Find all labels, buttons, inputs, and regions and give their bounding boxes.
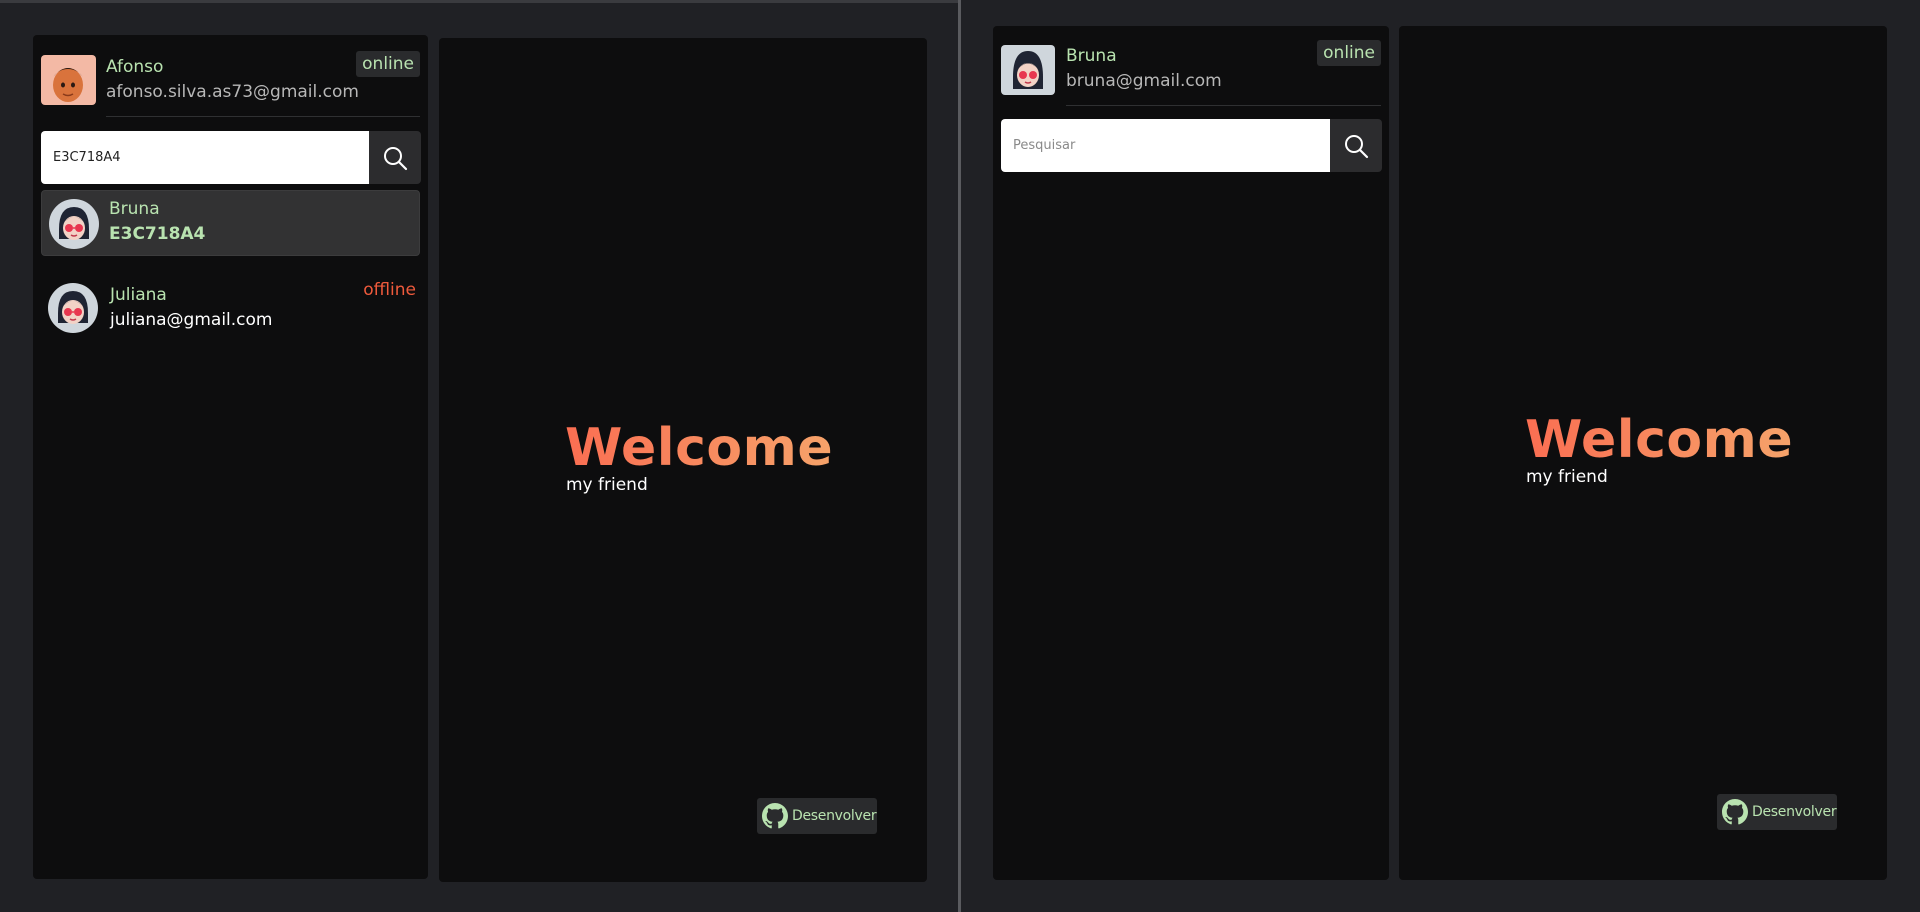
contact-avatar [48,283,98,333]
search-input[interactable] [41,131,369,184]
github-icon [1722,799,1748,825]
profile-name: Bruna [1066,46,1117,66]
contact-item-juliana[interactable]: Juliana juliana@gmail.com offline [41,275,420,341]
main-panel: Welcome my friend Desenvolver [1399,26,1887,880]
github-dev-button[interactable]: Desenvolver [757,798,877,834]
avatar-girl-icon [1001,45,1055,95]
avatar-girl-icon [49,199,99,249]
profile-email: bruna@gmail.com [1066,71,1222,91]
github-dev-button[interactable]: Desenvolver [1717,794,1837,830]
status-badge: online [1317,40,1381,66]
contact-name: Bruna [109,199,160,219]
avatar-boy-icon [41,55,96,105]
profile-avatar [41,55,96,105]
welcome-title: Welcome [1525,410,1794,470]
search-button[interactable] [1330,119,1382,172]
profile-divider [1066,105,1381,106]
search-icon [1345,134,1369,158]
profile-divider [106,116,420,117]
contact-email: juliana@gmail.com [110,310,273,330]
right-app-window: Bruna bruna@gmail.com online Welcome my … [961,0,1920,912]
main-panel: Welcome my friend Desenvolver [439,38,927,882]
sidebar: Afonso afonso.silva.as73@gmail.com onlin… [33,35,428,879]
welcome-title: Welcome [565,418,834,478]
search-icon [384,146,408,170]
profile-avatar [1001,45,1055,95]
profile-name: Afonso [106,57,164,77]
sidebar: Bruna bruna@gmail.com online [993,26,1389,880]
contact-id: E3C718A4 [109,224,206,244]
dev-button-label: Desenvolver [792,808,877,824]
status-badge: online [356,51,420,77]
contact-avatar [49,199,99,249]
profile-email: afonso.silva.as73@gmail.com [106,82,359,102]
search-button[interactable] [369,131,421,184]
welcome-subtitle: my friend [1526,467,1608,487]
left-app-window: Afonso afonso.silva.as73@gmail.com onlin… [0,0,959,912]
search-input[interactable] [1001,119,1330,172]
contact-status: offline [363,280,416,300]
contact-name: Juliana [110,285,167,305]
welcome-subtitle: my friend [566,475,648,495]
github-icon [762,803,788,829]
dev-button-label: Desenvolver [1752,804,1837,820]
avatar-girl-icon [48,283,98,333]
contact-item-bruna[interactable]: Bruna E3C718A4 [41,190,420,256]
